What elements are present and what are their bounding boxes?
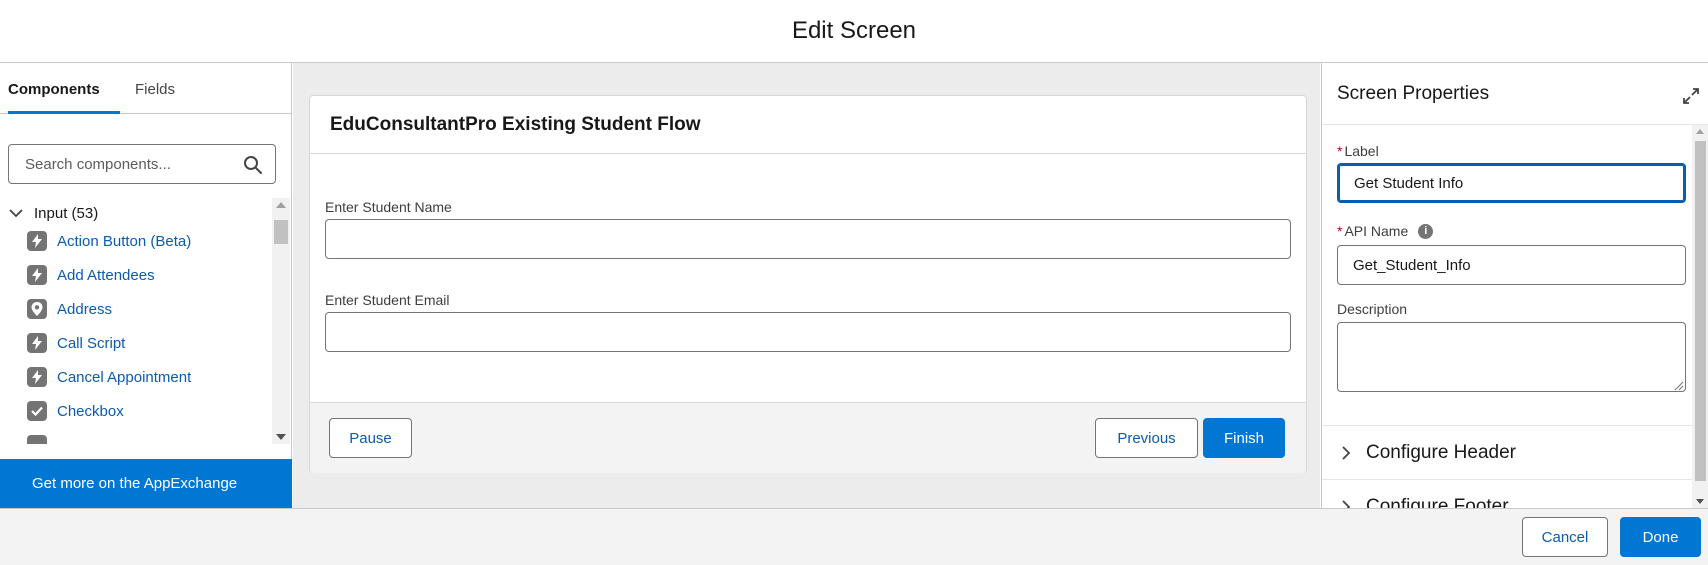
component-checkbox[interactable]: Checkbox <box>27 396 124 426</box>
components-panel: Components Fields Input (53) Action Butt… <box>0 63 292 508</box>
pause-button[interactable]: Pause <box>329 418 412 458</box>
student-email-label: Enter Student Email <box>325 292 450 308</box>
chevron-right-icon <box>1342 445 1351 460</box>
scroll-up-arrow[interactable] <box>276 202 286 208</box>
component-label: Cancel Appointment <box>57 368 192 386</box>
component-address[interactable]: Address <box>27 294 112 324</box>
cancel-button[interactable]: Cancel <box>1522 517 1608 557</box>
lightning-icon <box>27 231 47 251</box>
tab-components[interactable]: Components <box>8 63 120 114</box>
lightning-icon <box>27 333 47 353</box>
label-field-label: * Label <box>1337 143 1379 159</box>
info-icon[interactable]: i <box>1418 223 1434 239</box>
location-pin-icon <box>27 299 47 319</box>
scroll-up-arrow[interactable] <box>1696 129 1704 134</box>
group-input-toggle[interactable]: Input (53) <box>8 198 98 228</box>
panel-tabs: Components Fields <box>0 63 291 114</box>
modal-footer: Cancel Done <box>0 508 1708 565</box>
component-label: Checkbox <box>57 402 124 420</box>
previous-button[interactable]: Previous <box>1095 418 1198 458</box>
component-action-button[interactable]: Action Button (Beta) <box>27 226 191 256</box>
chevron-right-icon <box>1342 499 1351 508</box>
api-name-field-text: API Name <box>1344 223 1409 239</box>
checkbox-icon <box>27 401 47 421</box>
component-cancel-appointment[interactable]: Cancel Appointment <box>27 362 191 392</box>
flow-title: EduConsultantPro Existing Student Flow <box>330 113 701 135</box>
lightning-icon <box>27 265 47 285</box>
expand-icon[interactable] <box>1682 87 1700 105</box>
modal-header: Edit Screen <box>0 0 1708 63</box>
description-field-label: Description <box>1337 301 1408 317</box>
api-name-field-label: * API Name i <box>1337 223 1434 239</box>
configure-header-section[interactable]: Configure Header <box>1322 425 1692 479</box>
label-field-text: Label <box>1344 143 1379 159</box>
student-name-label: Enter Student Name <box>325 199 452 215</box>
done-button[interactable]: Done <box>1620 517 1701 557</box>
student-name-field[interactable] <box>325 219 1291 259</box>
required-indicator: * <box>1337 143 1343 159</box>
screen-canvas: EduConsultantPro Existing Student Flow E… <box>293 63 1320 508</box>
scroll-down-arrow[interactable] <box>1696 499 1704 504</box>
required-indicator: * <box>1337 223 1343 239</box>
scroll-thumb[interactable] <box>1695 141 1706 481</box>
screen-preview-card[interactable]: EduConsultantPro Existing Student Flow E… <box>309 95 1307 473</box>
modal-title: Edit Screen <box>791 17 917 44</box>
chevron-down-icon <box>9 209 23 218</box>
label-input[interactable] <box>1337 163 1686 203</box>
scroll-down-arrow[interactable] <box>276 434 286 440</box>
scroll-thumb[interactable] <box>274 220 288 244</box>
properties-scrollbar[interactable] <box>1692 125 1708 508</box>
screen-preview-footer: Pause Previous Finish <box>310 402 1306 473</box>
finish-button[interactable]: Finish <box>1203 418 1285 458</box>
student-email-field[interactable] <box>325 312 1291 352</box>
component-label: Add Attendees <box>57 266 155 284</box>
properties-title: Screen Properties <box>1337 83 1490 104</box>
group-input-label: Input (53) <box>34 204 99 222</box>
components-scrollbar[interactable] <box>272 198 290 444</box>
components-tree: Input (53) Action Button (Beta) Add Atte… <box>0 198 272 444</box>
description-textarea[interactable] <box>1337 322 1686 392</box>
screen-preview-header: EduConsultantPro Existing Student Flow <box>310 96 1306 154</box>
component-label: Action Button (Beta) <box>57 232 192 250</box>
api-name-input[interactable] <box>1337 245 1686 285</box>
component-call-script[interactable]: Call Script <box>27 328 125 358</box>
properties-header: Screen Properties <box>1322 63 1708 125</box>
component-add-attendees[interactable]: Add Attendees <box>27 260 155 290</box>
component-label: Call Script <box>57 334 126 352</box>
configure-footer-label: Configure Footer <box>1366 495 1509 509</box>
screen-properties-panel: Screen Properties * Label * API Name i D… <box>1321 63 1708 508</box>
configure-footer-section[interactable]: Configure Footer <box>1322 479 1692 508</box>
configure-header-label: Configure Header <box>1366 441 1516 463</box>
search-components-box <box>8 144 276 184</box>
component-partial <box>27 430 57 444</box>
component-label: Address <box>57 300 113 318</box>
resize-grip-icon[interactable] <box>1674 381 1684 391</box>
search-components-input[interactable] <box>23 145 233 183</box>
search-icon[interactable] <box>243 155 263 175</box>
appexchange-link[interactable]: Get more on the AppExchange <box>0 459 292 508</box>
tab-fields[interactable]: Fields <box>135 63 175 114</box>
lightning-icon <box>27 367 47 387</box>
lightning-icon <box>27 435 47 444</box>
